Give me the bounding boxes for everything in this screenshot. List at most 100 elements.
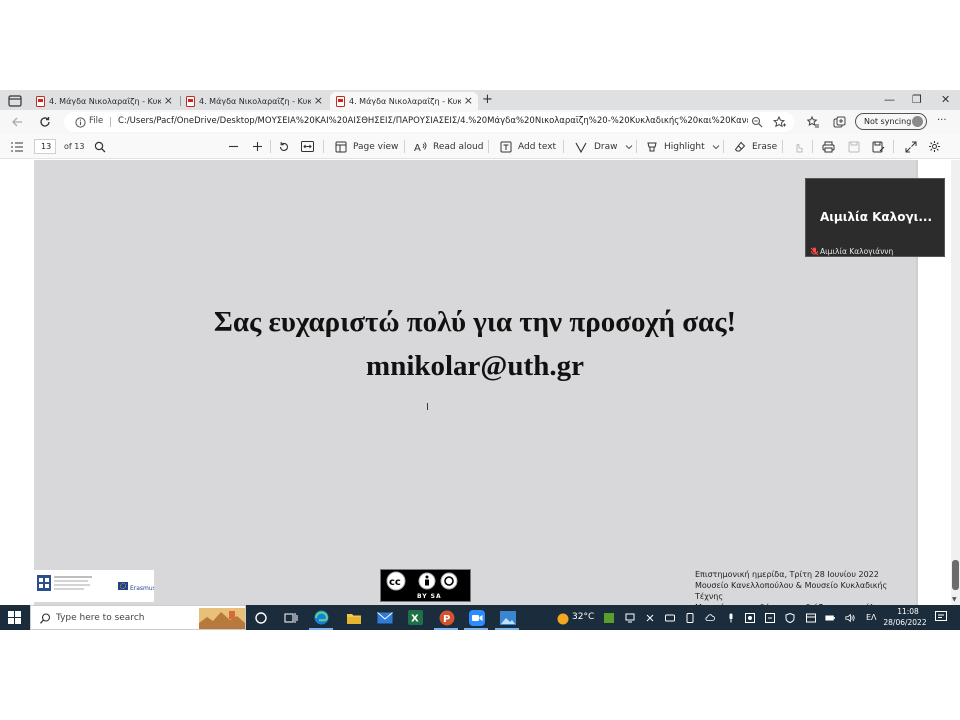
notifications-icon[interactable]: [935, 611, 947, 623]
tray-app-icon[interactable]: [625, 613, 635, 623]
svg-text:X: X: [411, 614, 419, 625]
tab-2[interactable]: 4. Μάγδα Νικολαραΐζη - Κυκλαδική ×: [180, 92, 328, 110]
tray-app-icon[interactable]: [806, 613, 816, 623]
back-arrow-icon[interactable]: [10, 115, 24, 129]
pdf-page[interactable]: Σας ευχαριστώ πολύ για την προσοχή σας! …: [34, 160, 916, 612]
address-field[interactable]: File C:/Users/Pacf/OneDrive/Desktop/ΜΟΥΣ…: [64, 112, 794, 132]
tray-app-icon[interactable]: [765, 613, 775, 623]
participant-caption: Αιμιλία Καλογιάννη: [820, 247, 894, 256]
highlighter-icon[interactable]: [645, 140, 658, 153]
edge-browser-icon[interactable]: [313, 609, 330, 626]
battery-icon[interactable]: [825, 613, 835, 623]
tab-3-active[interactable]: 4. Μάγδα Νικολαραΐζη - Κυκλαδική ×: [330, 92, 478, 110]
read-aloud-button[interactable]: Read aloud: [433, 142, 483, 152]
page-count: of 13: [64, 142, 85, 151]
more-menu-button[interactable]: ···: [937, 115, 947, 126]
save-icon[interactable]: [847, 140, 860, 153]
maximize-button[interactable]: ❐: [912, 93, 922, 106]
tray-app-icon[interactable]: [665, 613, 675, 623]
zoom-in-icon[interactable]: [251, 140, 264, 153]
volume-icon[interactable]: [845, 613, 855, 623]
add-text-button[interactable]: Add text: [518, 142, 556, 152]
toolbar-divider: [404, 140, 405, 153]
task-view-icon[interactable]: [282, 609, 299, 626]
tray-app-icon[interactable]: [745, 613, 755, 623]
fit-to-width-icon[interactable]: [301, 140, 314, 153]
tab-actions-icon[interactable]: [6, 93, 24, 108]
minimize-button[interactable]: —: [884, 93, 895, 106]
scrollbar-thumb[interactable]: [952, 560, 959, 590]
weather-sun-icon[interactable]: [554, 610, 571, 627]
zoom-out-icon[interactable]: [227, 140, 240, 153]
nvidia-tray-icon[interactable]: [604, 613, 614, 623]
taskbar-search-box[interactable]: Type here to search: [30, 605, 246, 630]
favorites-icon[interactable]: [806, 115, 820, 129]
powerpoint-icon[interactable]: P: [438, 609, 455, 626]
refresh-icon[interactable]: [38, 115, 52, 129]
address-bar-row: File C:/Users/Pacf/OneDrive/Desktop/ΜΟΥΣ…: [0, 110, 960, 134]
read-aloud-icon[interactable]: A: [414, 140, 427, 153]
contact-email: mnikolar@uth.gr: [366, 350, 584, 382]
draw-pen-icon[interactable]: [574, 140, 587, 153]
page-number-input[interactable]: 13: [34, 139, 56, 154]
new-tab-button[interactable]: +: [482, 93, 493, 106]
tab-close-button[interactable]: ×: [464, 95, 473, 106]
add-text-icon[interactable]: [499, 140, 512, 153]
photos-icon[interactable]: [499, 609, 516, 626]
clock-time[interactable]: 11:08: [894, 607, 922, 616]
tab-label: 4. Μάγδα Νικολαραΐζη - Κυκλαδική: [199, 96, 311, 106]
tray-app-icon[interactable]: [685, 613, 695, 623]
sync-label: Not syncing: [864, 117, 912, 126]
sync-status-button[interactable]: Not syncing: [855, 113, 927, 130]
toolbar-divider: [812, 140, 813, 153]
touch-hand-icon[interactable]: [792, 140, 805, 153]
input-language[interactable]: ΕΛ: [866, 613, 877, 622]
microphone-icon[interactable]: [726, 613, 736, 623]
windows-start-icon[interactable]: [8, 611, 21, 624]
tray-app-icon[interactable]: [645, 613, 655, 623]
pdf-file-icon: [186, 95, 195, 107]
find-search-icon[interactable]: [93, 140, 106, 153]
chevron-down-icon[interactable]: [622, 140, 635, 153]
zoom-meeting-icon[interactable]: [468, 609, 485, 626]
cortana-icon[interactable]: [252, 609, 269, 626]
mail-icon[interactable]: [376, 609, 393, 626]
eraser-icon[interactable]: [733, 140, 746, 153]
favorite-star-icon[interactable]: [772, 115, 786, 129]
highlight-button[interactable]: Highlight: [664, 142, 705, 152]
close-window-button[interactable]: ✕: [941, 93, 950, 106]
scroll-down-arrow-icon[interactable]: ▼: [952, 596, 957, 603]
save-as-icon[interactable]: [872, 140, 885, 153]
excel-icon[interactable]: X: [407, 609, 424, 626]
scrollbar-track[interactable]: [951, 160, 960, 605]
draw-button[interactable]: Draw: [594, 142, 618, 152]
collections-icon[interactable]: [832, 115, 846, 129]
weather-temperature[interactable]: 32°C: [572, 612, 594, 622]
tab-close-button[interactable]: ×: [314, 95, 323, 106]
print-icon[interactable]: [822, 140, 835, 153]
settings-gear-icon[interactable]: [928, 140, 941, 153]
page-view-icon[interactable]: [334, 140, 347, 153]
chevron-down-icon[interactable]: [709, 140, 722, 153]
tab-1[interactable]: 4. Μάγδα Νικολαραΐζη - Κυκλαδική ×: [30, 92, 178, 110]
fullscreen-icon[interactable]: [904, 140, 917, 153]
rotate-icon[interactable]: [277, 140, 290, 153]
table-of-contents-icon[interactable]: [10, 140, 23, 153]
cloud-icon[interactable]: [705, 613, 715, 623]
mic-muted-icon: [810, 247, 819, 256]
clock-date[interactable]: 28/06/2022: [882, 618, 928, 627]
page-view-button[interactable]: Page view: [353, 142, 398, 152]
info-icon[interactable]: [74, 116, 86, 128]
tab-close-button[interactable]: ×: [164, 95, 173, 106]
url-text[interactable]: C:/Users/Pacf/OneDrive/Desktop/ΜΟΥΣΕΙΑ%2…: [118, 116, 748, 126]
footer-line: Μουσείο Κανελλοπούλου & Μουσείο Κυκλαδικ…: [695, 581, 888, 601]
svg-text:A: A: [414, 143, 421, 153]
active-app-indicator: [464, 628, 488, 630]
security-shield-icon[interactable]: [785, 613, 795, 623]
cc-license-label: BY SA: [417, 593, 442, 600]
erase-button[interactable]: Erase: [752, 142, 777, 152]
toolbar-divider: [893, 140, 894, 153]
file-explorer-icon[interactable]: [345, 609, 362, 626]
zoom-icon[interactable]: [750, 115, 764, 129]
video-participant-tile[interactable]: Αιμιλία Καλογι... Αιμιλία Καλογιάννη: [805, 178, 945, 257]
